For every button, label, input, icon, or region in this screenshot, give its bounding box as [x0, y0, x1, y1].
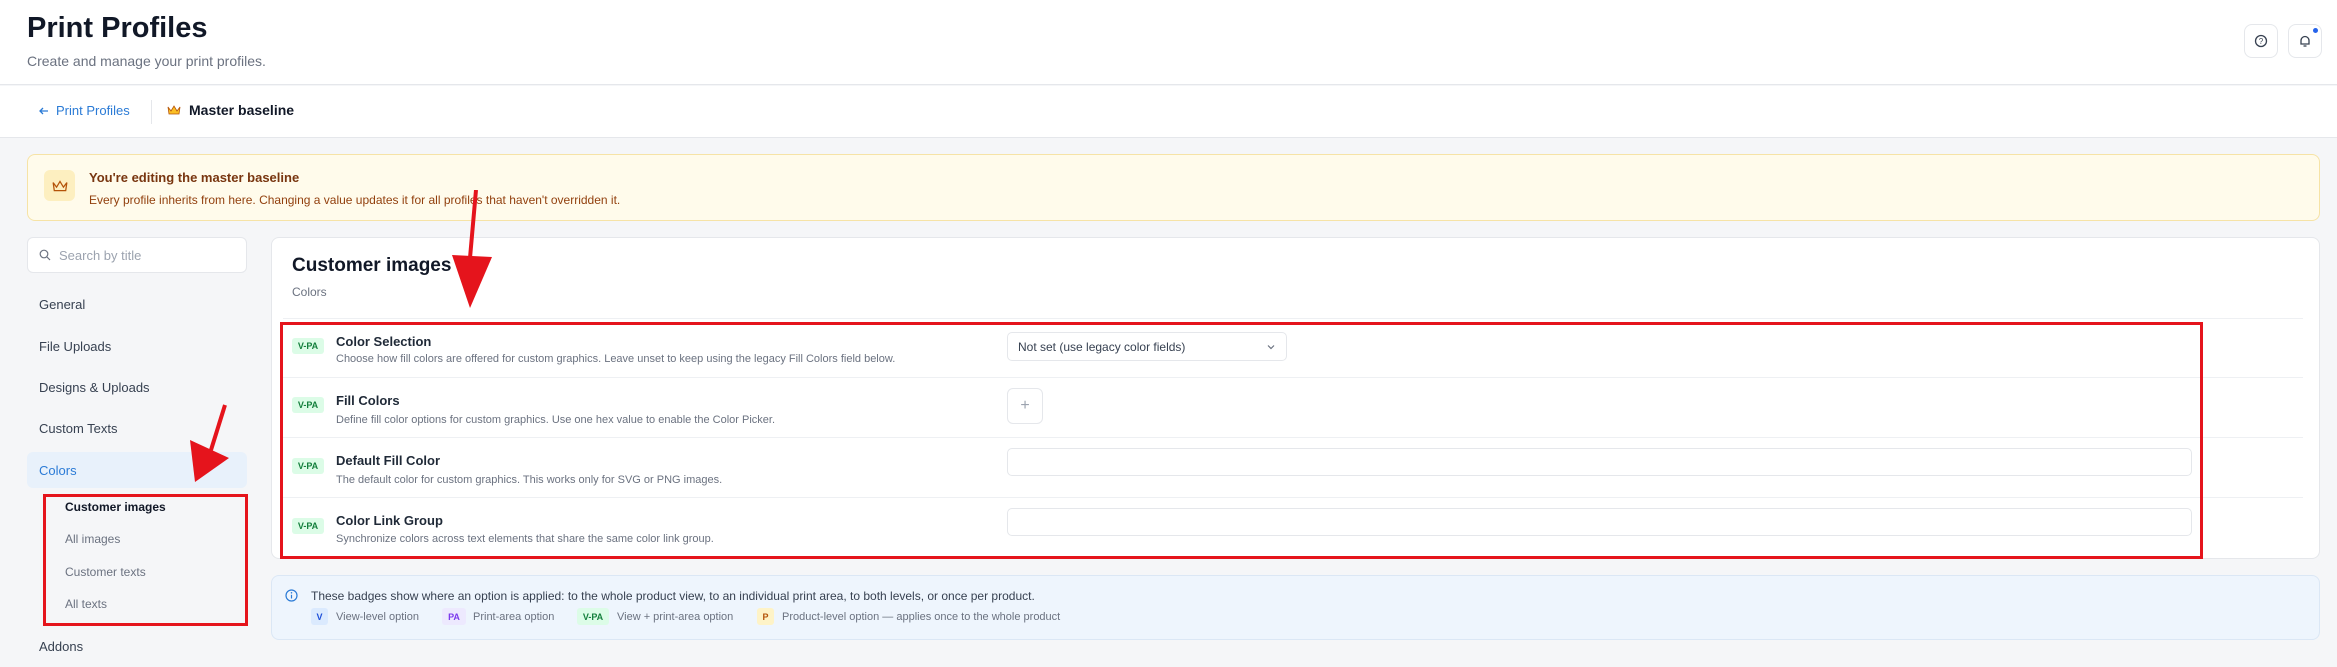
sidebar-item-addons[interactable]: Addons — [27, 628, 247, 664]
badge-info-text: These badges show where an option is app… — [311, 589, 1035, 603]
legend-label-product: Product-level option — applies once to t… — [782, 611, 1061, 623]
page-subtitle: Create and manage your print profiles. — [27, 53, 266, 69]
legend-badge-view: V — [311, 608, 328, 625]
row-divider — [283, 497, 2303, 498]
notification-dot — [2313, 28, 2318, 33]
svg-text:?: ? — [2259, 37, 2264, 46]
option-description: Choose how fill colors are offered for c… — [336, 353, 896, 365]
legend-badge-print-area: PA — [442, 608, 466, 625]
color-selection-select[interactable]: Not set (use legacy color fields) — [1007, 332, 1287, 361]
section-subtitle: Colors — [292, 285, 327, 299]
plus-icon: + — [1020, 397, 1030, 414]
option-label: Color Selection — [336, 334, 432, 349]
annotation-arrow-down-icon — [452, 190, 492, 308]
chevron-down-icon — [1267, 345, 1275, 350]
color-link-group-input[interactable] — [1007, 508, 2192, 536]
option-description: The default color for custom graphics. T… — [336, 474, 723, 486]
row-divider — [283, 377, 2303, 378]
scope-badge: V-PA — [292, 338, 324, 354]
scope-badge: V-PA — [292, 518, 324, 534]
banner-text: Every profile inherits from here. Changi… — [89, 193, 621, 207]
scope-badge: V-PA — [292, 458, 324, 474]
option-label: Color Link Group — [336, 513, 443, 528]
sidebar-item-general[interactable]: General — [27, 286, 247, 322]
legend-badge-product: P — [757, 608, 774, 625]
row-divider — [283, 437, 2303, 438]
breadcrumb-current-label: Master baseline — [189, 102, 295, 118]
breadcrumb-back-label: Print Profiles — [56, 103, 130, 118]
page-title: Print Profiles — [27, 12, 208, 44]
info-icon — [285, 589, 298, 602]
option-description: Synchronize colors across text elements … — [336, 533, 714, 545]
sidebar-subitem-all-texts[interactable]: All texts — [65, 597, 107, 611]
search-icon — [39, 249, 51, 261]
breadcrumb-divider — [151, 100, 152, 124]
select-value: Not set (use legacy color fields) — [1018, 339, 1186, 354]
banner-crown-icon — [44, 170, 75, 201]
annotation-arrow-diagonal-icon — [190, 404, 229, 482]
breadcrumb-back-link[interactable]: Print Profiles — [38, 103, 130, 118]
row-divider — [283, 318, 2303, 319]
breadcrumb-current: Master baseline — [167, 102, 294, 118]
notifications-button[interactable] — [2288, 24, 2322, 58]
section-title: Customer images — [292, 255, 452, 276]
master-baseline-banner: You're editing the master baseline Every… — [27, 154, 2320, 221]
add-fill-color-button[interactable]: + — [1007, 388, 1043, 424]
legend-badge-view-print-area: V-PA — [577, 608, 609, 625]
option-label: Default Fill Color — [336, 453, 440, 468]
bell-icon — [2300, 35, 2310, 47]
search-field[interactable] — [27, 237, 247, 273]
crown-icon — [167, 105, 181, 115]
banner-title: You're editing the master baseline — [89, 170, 300, 185]
legend-label-view: View-level option — [336, 611, 419, 623]
help-button[interactable]: ? — [2244, 24, 2278, 58]
sidebar-subitem-all-images[interactable]: All images — [65, 532, 120, 546]
search-input[interactable] — [59, 247, 219, 263]
top-bar: Print Profiles Create and manage your pr… — [0, 0, 2337, 85]
option-label: Fill Colors — [336, 393, 400, 408]
scope-badge: V-PA — [292, 397, 324, 413]
help-icon: ? — [2254, 34, 2268, 48]
option-description: Define fill color options for custom gra… — [336, 414, 776, 426]
breadcrumb-bar: Print Profiles Master baseline — [0, 86, 2337, 138]
arrow-left-icon — [39, 107, 48, 114]
default-fill-color-input[interactable] — [1007, 448, 2192, 476]
legend-label-print-area: Print-area option — [473, 611, 555, 623]
sidebar-subitem-customer-texts[interactable]: Customer texts — [65, 565, 146, 579]
sidebar-item-file-uploads[interactable]: File Uploads — [27, 328, 247, 364]
sidebar-subitem-customer-images[interactable]: Customer images — [65, 500, 166, 514]
legend-label-view-print-area: View + print-area option — [617, 611, 734, 623]
